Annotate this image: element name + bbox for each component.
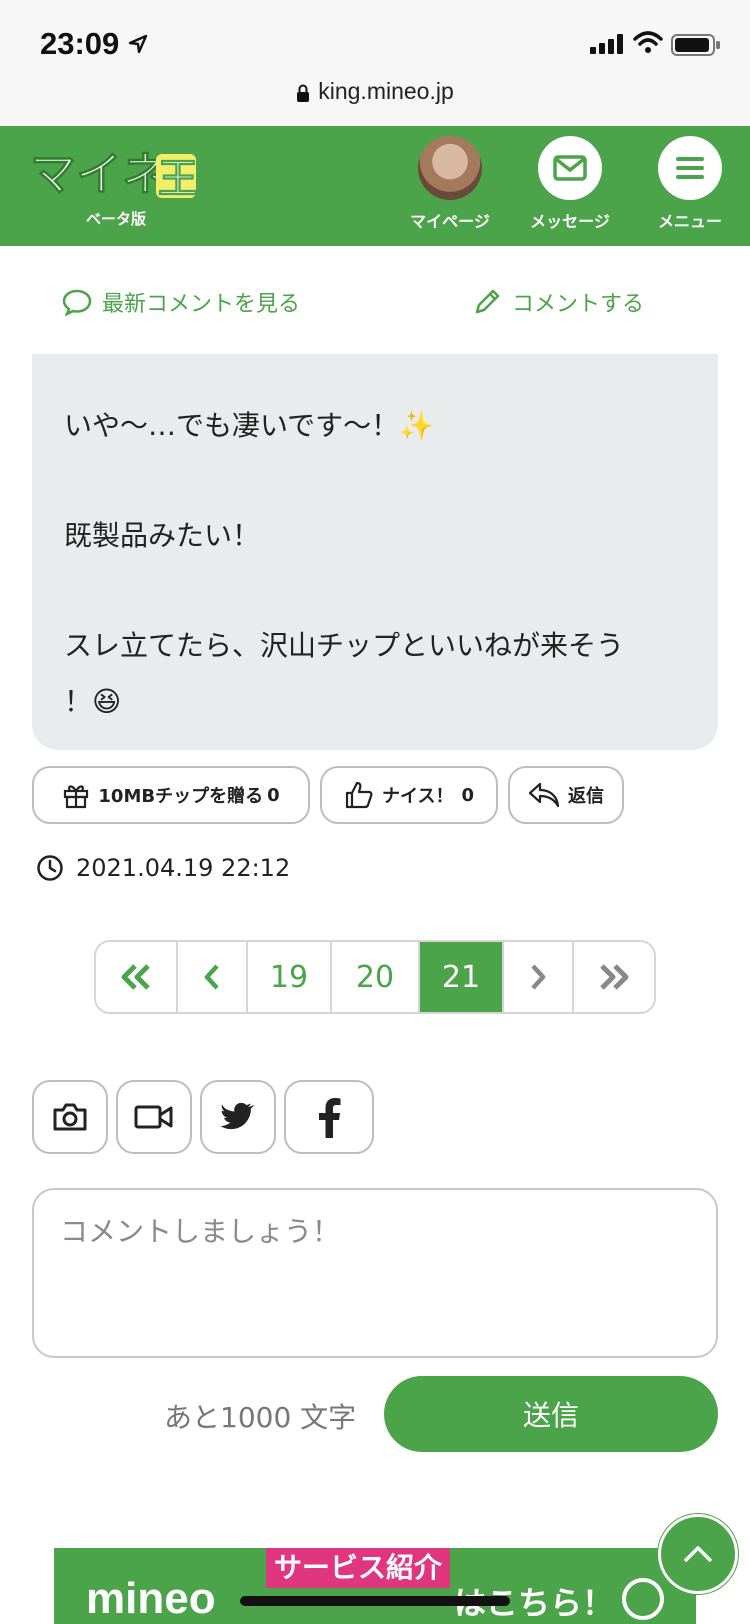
thumbs-up-icon (345, 781, 373, 809)
site-header: マイネ 王 ベータ版 マイページ メッセージ メニュー (0, 126, 750, 246)
twitter-share-button[interactable] (200, 1080, 276, 1154)
comment-action-bar: 最新コメントを見る コメントする (0, 246, 750, 356)
first-page-button[interactable] (96, 942, 178, 1012)
nav-mypage[interactable]: マイページ (390, 136, 510, 232)
chip-count: 0 (267, 784, 280, 806)
next-page-button[interactable] (504, 942, 574, 1012)
svg-text:王: 王 (158, 156, 198, 202)
comment-line: 既製品みたい！ (64, 519, 261, 552)
chip-gift-label: 10MBチップを贈る (98, 786, 264, 807)
logo-beta-label: ベータ版 (86, 210, 147, 228)
video-upload-button[interactable] (116, 1080, 192, 1154)
mineo-king-logo: マイネ 王 (30, 147, 199, 203)
speech-bubble-icon (62, 289, 92, 316)
comment-textarea[interactable] (32, 1188, 718, 1358)
comment-timestamp: 2021.04.19 22:12 (36, 854, 290, 882)
double-chevron-left-icon (121, 964, 150, 990)
url-text: king.mineo.jp (318, 78, 454, 104)
reply-icon (528, 782, 560, 808)
reply-button[interactable]: 返信 (508, 766, 624, 824)
page-21-button[interactable]: 21 (420, 942, 504, 1012)
status-time: 23:09 (40, 26, 120, 61)
latest-comments-label: 最新コメントを見る (102, 292, 301, 317)
envelope-icon (538, 136, 602, 200)
nav-messages-label: メッセージ (530, 212, 610, 231)
page-19-button[interactable]: 19 (248, 942, 332, 1012)
cellular-signal-icon (590, 34, 623, 54)
comment-body: いや〜…でも凄いです〜！✨ 既製品みたい！ スレ立てたら、沢山チップといいねが来… (32, 354, 718, 750)
photo-upload-button[interactable] (32, 1080, 108, 1154)
svg-text:マイネ: マイネ (30, 147, 168, 201)
page-20-button[interactable]: 20 (332, 942, 420, 1012)
comment-line: ！😆 (64, 685, 122, 718)
nav-menu-label: メニュー (657, 212, 722, 231)
wifi-icon (633, 31, 663, 53)
latest-comments-link[interactable]: 最新コメントを見る (62, 286, 300, 318)
comment-line: スレ立てたら、沢山チップといいねが来そう (64, 629, 625, 662)
home-indicator (240, 1596, 510, 1606)
prev-page-button[interactable] (178, 942, 248, 1012)
chevron-right-icon (531, 964, 546, 990)
chevron-up-icon (683, 1546, 713, 1563)
twitter-icon (221, 1102, 255, 1130)
double-chevron-right-icon (600, 964, 629, 990)
reply-label: 返信 (568, 786, 604, 807)
banner-brand: mineo (86, 1574, 216, 1623)
service-banner[interactable]: mineo サービス紹介 はこちら！ (54, 1548, 696, 1624)
send-button[interactable]: 送信 (384, 1376, 718, 1452)
hamburger-icon (658, 136, 722, 200)
status-bar: 23:09 king.mineo.jp (0, 0, 750, 126)
pagination: 19 20 21 (94, 940, 656, 1014)
nav-messages[interactable]: メッセージ (510, 136, 630, 232)
chip-gift-button[interactable]: 10MBチップを贈る 0 (32, 766, 310, 824)
banner-service: サービス紹介 (266, 1548, 451, 1588)
banner-circle-icon (622, 1578, 664, 1620)
battery-icon (671, 34, 720, 56)
nice-count: 0 (461, 784, 474, 806)
comment-line: いや〜…でも凄いです〜！✨ (64, 409, 435, 442)
nav-mypage-label: マイページ (410, 212, 490, 231)
nav-menu[interactable]: メニュー (630, 136, 750, 232)
last-page-button[interactable] (574, 942, 654, 1012)
write-comment-link[interactable]: コメントする (472, 286, 644, 318)
nice-label: ナイス！ (382, 786, 454, 807)
location-arrow-icon (128, 34, 148, 54)
facebook-share-button[interactable] (284, 1080, 374, 1154)
lock-icon (297, 84, 310, 102)
chevron-left-icon (204, 964, 219, 990)
camera-icon (53, 1103, 87, 1131)
pencil-icon (475, 289, 500, 314)
gift-icon (64, 785, 89, 809)
scroll-to-top-button[interactable] (658, 1514, 738, 1594)
write-comment-label: コメントする (512, 292, 645, 317)
site-logo[interactable]: マイネ 王 (30, 144, 200, 212)
address-bar[interactable]: king.mineo.jp (0, 78, 750, 105)
nice-button[interactable]: ナイス！ 0 (320, 766, 498, 824)
video-icon (134, 1105, 173, 1129)
remaining-chars: あと1000 文字 (164, 1401, 357, 1434)
timestamp-text: 2021.04.19 22:12 (76, 854, 291, 882)
clock-icon (37, 855, 63, 881)
facebook-icon (319, 1098, 341, 1138)
avatar (418, 136, 482, 200)
